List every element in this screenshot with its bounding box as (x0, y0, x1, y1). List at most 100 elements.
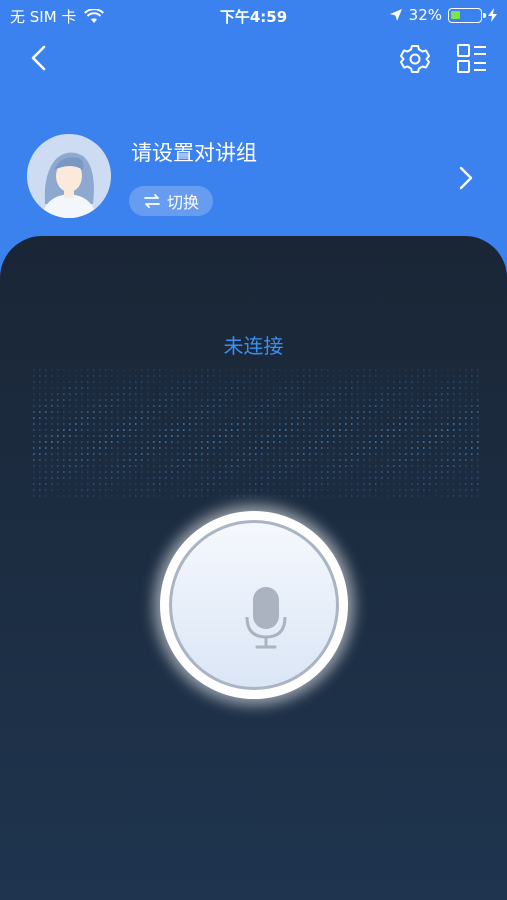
waveform-dot (69, 387, 71, 389)
waveform-dot (309, 405, 311, 407)
waveform-dot (363, 489, 365, 491)
waveform-dot (477, 465, 479, 467)
waveform-dot (201, 369, 203, 371)
waveform-dot (105, 369, 107, 371)
waveform-dot (429, 489, 431, 491)
waveform-dot (399, 429, 401, 431)
waveform-dot (279, 429, 281, 431)
waveform-dot (309, 411, 311, 413)
waveform-dot (321, 417, 323, 419)
waveform-dot (393, 405, 395, 407)
waveform-dot (93, 459, 95, 461)
waveform-dot (411, 441, 413, 443)
waveform-dot (327, 495, 329, 497)
waveform-dot (87, 423, 89, 425)
waveform-dot (243, 417, 245, 419)
waveform-dot (279, 381, 281, 383)
waveform-dot (429, 435, 431, 437)
waveform-dot (435, 369, 437, 371)
waveform-dot (57, 393, 59, 395)
waveform-dot (285, 483, 287, 485)
waveform-dot (183, 435, 185, 437)
waveform-dot (381, 393, 383, 395)
waveform-dot (141, 477, 143, 479)
waveform-dot (219, 423, 221, 425)
waveform-dot (153, 405, 155, 407)
waveform-dot (243, 375, 245, 377)
waveform-dot (279, 417, 281, 419)
waveform-dot (255, 477, 257, 479)
waveform-dot (345, 435, 347, 437)
avatar[interactable] (27, 134, 111, 218)
waveform-dot (165, 465, 167, 467)
waveform-dot (159, 465, 161, 467)
waveform-dot (477, 369, 479, 371)
waveform-dot (339, 375, 341, 377)
waveform-dot (63, 429, 65, 431)
waveform-dot (219, 447, 221, 449)
waveform-dot (321, 495, 323, 497)
back-icon[interactable] (22, 40, 58, 76)
waveform-dot (429, 417, 431, 419)
waveform-dot (99, 435, 101, 437)
waveform-dot (459, 411, 461, 413)
waveform-dot (327, 483, 329, 485)
waveform-dot (411, 429, 413, 431)
gear-icon[interactable] (396, 40, 434, 78)
waveform-dot (147, 453, 149, 455)
waveform-dot (279, 465, 281, 467)
waveform-dot (39, 489, 41, 491)
waveform-dot (387, 465, 389, 467)
waveform-dot (267, 417, 269, 419)
waveform-dot (441, 405, 443, 407)
waveform-dot (141, 381, 143, 383)
waveform-dot (375, 411, 377, 413)
group-title[interactable]: 请设置对讲组 (131, 137, 257, 167)
waveform-dot (429, 465, 431, 467)
push-to-talk-button[interactable] (160, 511, 348, 699)
waveform-dot (51, 393, 53, 395)
waveform-dot (423, 399, 425, 401)
waveform-dot (219, 411, 221, 413)
waveform-dot (321, 369, 323, 371)
waveform-dot (345, 393, 347, 395)
waveform-dot (267, 465, 269, 467)
waveform-dot (399, 453, 401, 455)
waveform-dot (93, 495, 95, 497)
waveform-dot (33, 441, 35, 443)
waveform-dot (429, 393, 431, 395)
waveform-dot (69, 483, 71, 485)
waveform-dot (429, 375, 431, 377)
waveform-dot (453, 453, 455, 455)
waveform-dot (69, 429, 71, 431)
waveform-dot (477, 483, 479, 485)
waveform-dot (33, 405, 35, 407)
chevron-right-icon[interactable] (452, 160, 480, 196)
waveform-dot (141, 489, 143, 491)
waveform-dot (327, 387, 329, 389)
waveform-dot (441, 411, 443, 413)
waveform-dot (159, 387, 161, 389)
grid-menu-icon[interactable] (453, 40, 491, 78)
waveform-dot (195, 393, 197, 395)
waveform-dot (153, 381, 155, 383)
waveform-dot (177, 369, 179, 371)
waveform-dot (63, 393, 65, 395)
waveform-dot (243, 495, 245, 497)
switch-label: 切换 (166, 193, 199, 212)
switch-group-button[interactable]: 切换 (129, 186, 213, 216)
waveform-dot (387, 405, 389, 407)
waveform-dot (315, 387, 317, 389)
waveform-dot (153, 441, 155, 443)
waveform-dot (201, 441, 203, 443)
waveform-dot (363, 411, 365, 413)
waveform-dot (387, 459, 389, 461)
waveform-dot (195, 369, 197, 371)
waveform-dot (153, 411, 155, 413)
waveform-dot (447, 417, 449, 419)
waveform-dot (129, 441, 131, 443)
waveform-dot (261, 453, 263, 455)
waveform-dot (93, 381, 95, 383)
waveform-dot (171, 393, 173, 395)
waveform-dot (201, 405, 203, 407)
